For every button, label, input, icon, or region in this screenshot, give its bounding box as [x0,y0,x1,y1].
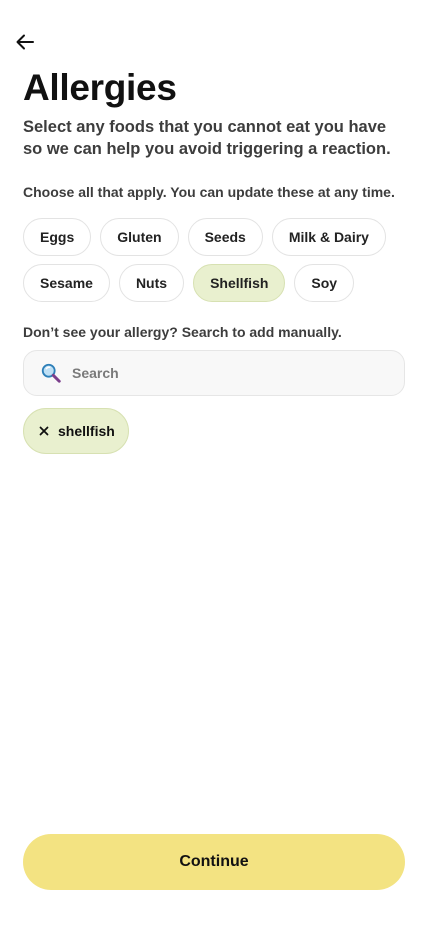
back-button[interactable] [13,30,37,54]
page-title: Allergies [23,67,177,108]
chip-nuts[interactable]: Nuts [118,264,185,302]
added-allergy-label: shellfish [58,423,115,439]
allergen-instruction: Choose all that apply. You can update th… [23,184,395,200]
page-subtitle: Select any foods that you cannot eat you… [23,118,391,158]
chip-milk-dairy[interactable]: Milk & Dairy [271,218,386,256]
chip-shellfish[interactable]: Shellfish [193,264,286,302]
search-field[interactable] [23,350,405,396]
arrow-left-icon [16,34,34,50]
magnifying-glass-icon [39,361,63,385]
allergies-screen: Allergies Select any foods that you cann… [0,0,426,927]
allergen-chips-row-1: Eggs Gluten Seeds Milk & Dairy [23,218,386,256]
added-allergy-tag: shellfish [23,408,129,454]
chip-gluten[interactable]: Gluten [100,218,179,256]
chip-soy[interactable]: Soy [294,264,355,302]
chip-eggs[interactable]: Eggs [23,218,92,256]
allergen-chips-row-2: Sesame Nuts Shellfish Soy [23,264,355,302]
search-input[interactable] [72,365,372,381]
continue-button[interactable]: Continue [23,834,405,890]
chip-sesame[interactable]: Sesame [23,264,110,302]
manual-search-label: Don’t see your allergy? Search to add ma… [23,324,342,340]
chip-seeds[interactable]: Seeds [187,218,263,256]
close-icon[interactable] [38,425,50,437]
